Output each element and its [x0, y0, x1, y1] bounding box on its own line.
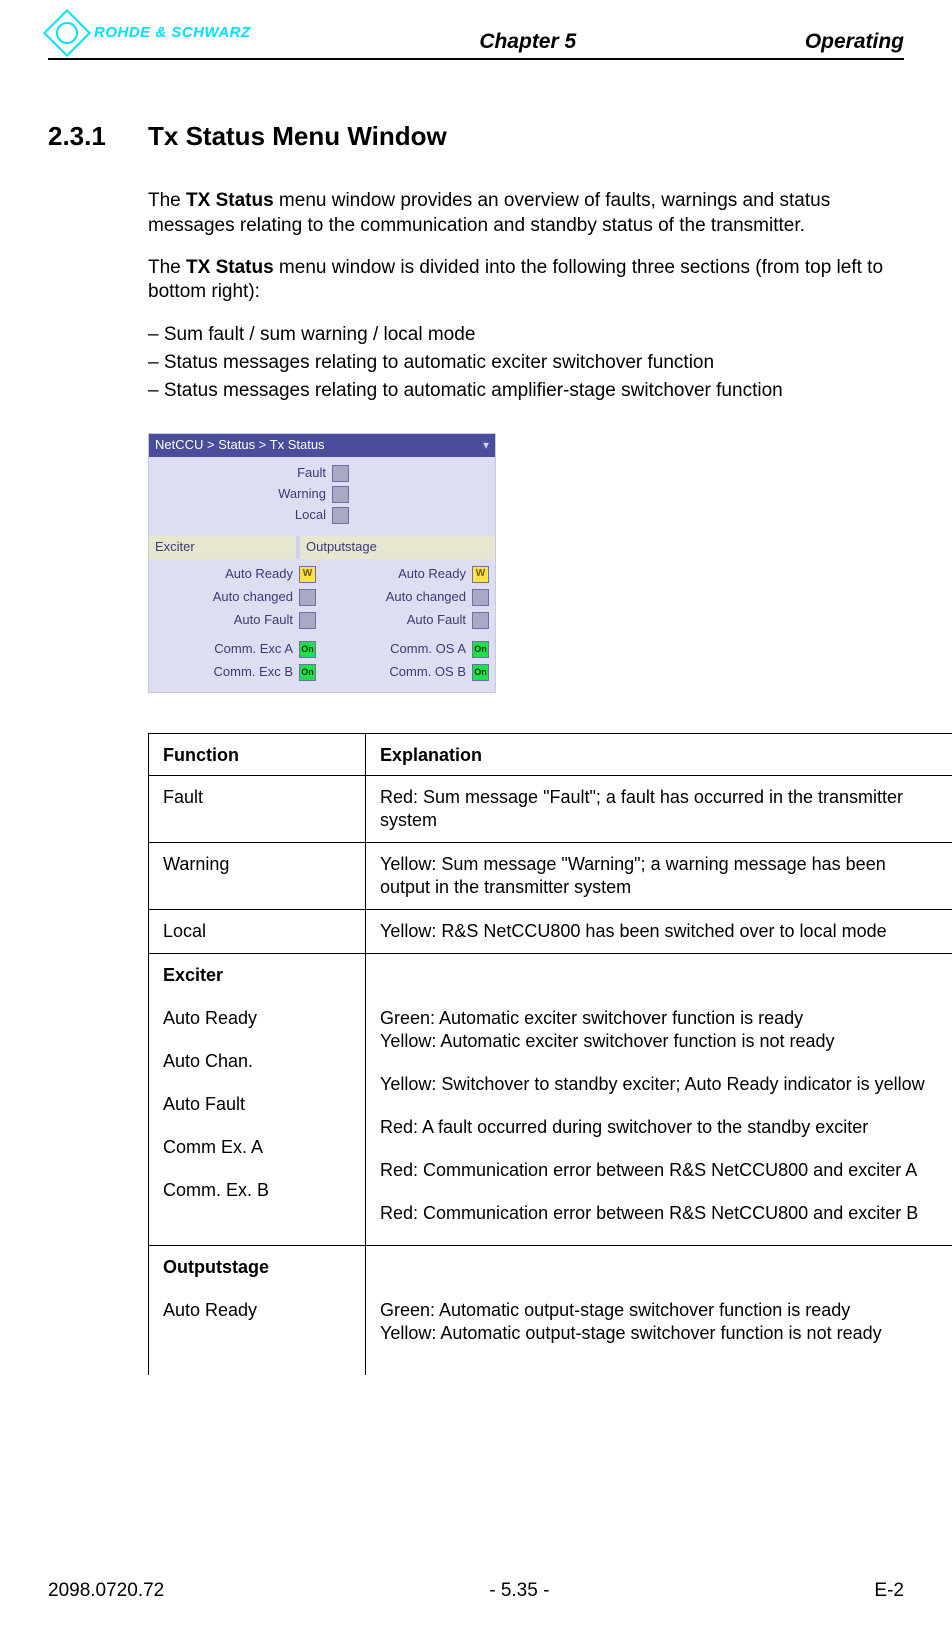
fault-label: Fault — [297, 465, 326, 482]
dropdown-arrow-icon: ▾ — [483, 438, 489, 453]
indicator-icon — [299, 589, 316, 606]
cell-function: Outputstage Auto Ready — [149, 1246, 366, 1376]
exciter-column: Auto ReadyW Auto changed Auto Fault Comm… — [149, 559, 322, 692]
indicator-icon — [299, 612, 316, 629]
cell-explanation: Yellow: Sum message "Warning"; a warning… — [366, 842, 952, 909]
outputstage-header: Outputstage — [300, 536, 495, 559]
doc-number: 2098.0720.72 — [48, 1579, 164, 1603]
function-table: Function Explanation Fault Red: Sum mess… — [148, 733, 952, 1376]
local-label: Local — [295, 507, 326, 524]
logo-mark-icon — [43, 9, 91, 57]
brand-name: ROHDE & SCHWARZ — [94, 23, 251, 42]
paragraph-2: The TX Status menu window is divided int… — [148, 256, 904, 305]
cell-function: Local — [149, 909, 366, 953]
indicator-icon — [472, 612, 489, 629]
exciter-header: Exciter — [149, 536, 296, 559]
outputstage-column: Auto ReadyW Auto changed Auto Fault Comm… — [322, 559, 495, 692]
cell-explanation: Yellow: R&S NetCCU800 has been switched … — [366, 909, 952, 953]
cell-function: Fault — [149, 776, 366, 843]
cell-function: Warning — [149, 842, 366, 909]
screenshot-titlebar: NetCCU > Status > Tx Status ▾ — [149, 434, 495, 457]
on-badge-icon: On — [299, 641, 316, 658]
brand-logo: ROHDE & SCHWARZ — [48, 10, 251, 56]
warning-indicator-icon — [332, 486, 349, 503]
section-number: 2.3.1 — [48, 120, 148, 153]
w-badge-icon: W — [299, 566, 316, 583]
on-badge-icon: On — [472, 641, 489, 658]
bullet-item: Status messages relating to automatic ex… — [148, 351, 904, 375]
page-footer: 2098.0720.72 - 5.35 - E-2 — [0, 1579, 952, 1603]
page-header: ROHDE & SCHWARZ Chapter 5 Operating — [48, 10, 904, 60]
tx-status-screenshot: NetCCU > Status > Tx Status ▾ Fault Warn… — [148, 433, 496, 692]
paragraph-1: The TX Status menu window provides an ov… — [148, 189, 904, 238]
cell-explanation: Green: Automatic output-stage switchover… — [366, 1246, 952, 1376]
page-code: E-2 — [874, 1579, 904, 1603]
breadcrumb: NetCCU > Status > Tx Status — [155, 437, 325, 454]
col-function: Function — [149, 733, 366, 775]
cell-function: Exciter Auto Ready Auto Chan. Auto Fault… — [149, 953, 366, 1245]
cell-explanation: Red: Sum message "Fault"; a fault has oc… — [366, 776, 952, 843]
local-indicator-icon — [332, 507, 349, 524]
indicator-icon — [472, 589, 489, 606]
cell-explanation: Green: Automatic exciter switchover func… — [366, 953, 952, 1245]
bullet-item: Sum fault / sum warning / local mode — [148, 323, 904, 347]
page-number: - 5.35 - — [489, 1579, 549, 1603]
section-heading: 2.3.1Tx Status Menu Window — [48, 120, 904, 153]
column-headers: Exciter Outputstage — [149, 536, 495, 559]
on-badge-icon: On — [472, 664, 489, 681]
section-title: Tx Status Menu Window — [148, 121, 447, 151]
fault-indicator-icon — [332, 465, 349, 482]
on-badge-icon: On — [299, 664, 316, 681]
w-badge-icon: W — [472, 566, 489, 583]
bullet-item: Status messages relating to automatic am… — [148, 379, 904, 403]
bullet-list: Sum fault / sum warning / local mode Sta… — [148, 323, 904, 404]
chapter-label: Chapter 5 — [479, 29, 576, 56]
section-label: Operating — [805, 29, 904, 56]
col-explanation: Explanation — [366, 733, 952, 775]
warning-label: Warning — [278, 486, 326, 503]
